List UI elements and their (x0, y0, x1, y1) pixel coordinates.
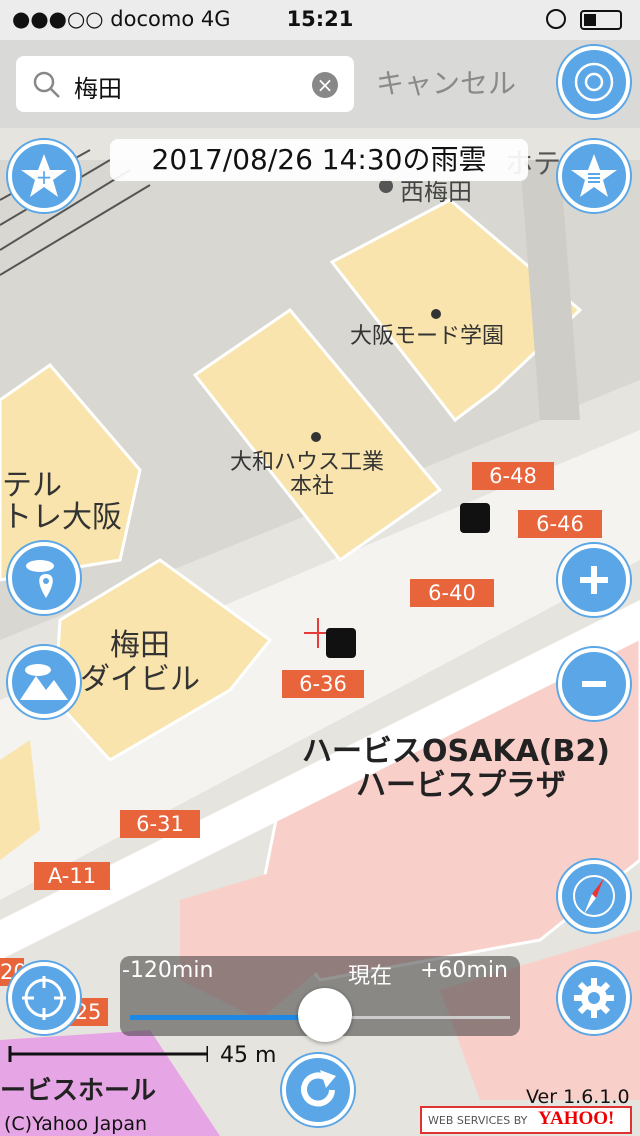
compass-button[interactable] (558, 860, 630, 932)
slider-label-start: -120min (122, 958, 214, 983)
search-bar: 梅田 × キャンセル (0, 40, 640, 128)
radar-button[interactable] (558, 46, 630, 118)
map-label-osaka-mode: 大阪モード学園 (350, 324, 505, 349)
zoom-out-button[interactable] (558, 648, 630, 720)
svg-text:+: + (36, 165, 53, 189)
map-label-umeda2: ダイビル (80, 662, 200, 697)
slider-label-end: +60min (420, 958, 508, 983)
refresh-button[interactable] (282, 1054, 354, 1126)
map-label-hotel-left2: トレ大阪 (2, 500, 122, 535)
exit-badge: 6-48 (472, 462, 554, 490)
exit-badge: 6-36 (282, 670, 364, 698)
search-input-value: 梅田 (74, 75, 122, 103)
slider-thumb[interactable] (298, 988, 352, 1042)
search-input[interactable]: 梅田 × (16, 56, 354, 112)
map-label-herbis-hall: ービスホール (0, 1076, 157, 1106)
exit-badge: 6-40 (410, 579, 494, 607)
yahoo-logo: YAHOO! (538, 1108, 615, 1129)
version-label: Ver 1.6.1.0 (526, 1086, 630, 1108)
battery-icon (580, 10, 622, 30)
favorite-add-icon: + (21, 154, 67, 197)
radar-swirl-icon (574, 62, 614, 102)
scale-bar (8, 1046, 208, 1062)
slider-label-now: 現在 (348, 964, 393, 989)
favorite-list-icon (571, 154, 617, 197)
rain-location-button[interactable] (8, 542, 80, 614)
refresh-icon (301, 1070, 336, 1107)
yahoo-credit[interactable]: WEB SERVICES BY YAHOO! (420, 1106, 632, 1134)
locate-button[interactable] (8, 962, 80, 1034)
locate-icon (22, 976, 66, 1020)
search-icon (33, 71, 60, 98)
settings-icon (574, 978, 614, 1018)
slider-fill (130, 1015, 320, 1020)
orientation-lock-icon (546, 9, 566, 29)
map-label-herbis-plaza: ハービスプラザ (356, 768, 566, 803)
exit-badge: 6-46 (518, 510, 602, 538)
status-bar: ●●●○○ docomo 4G 15:21 (0, 0, 640, 40)
exit-badge: A-11 (34, 862, 110, 890)
favorite-list-button[interactable] (558, 140, 630, 212)
time-slider[interactable]: -120min 現在 +60min (120, 956, 520, 1042)
copyright-label: (C)Yahoo Japan (4, 1113, 148, 1135)
exit-badge: 6-31 (120, 810, 200, 838)
mountain-weather-button[interactable] (8, 646, 80, 718)
zoom-in-button[interactable] (558, 544, 630, 616)
favorite-add-button[interactable]: + (8, 140, 80, 212)
compass-icon (573, 875, 615, 917)
zoom-in-icon (580, 566, 608, 594)
settings-button[interactable] (558, 962, 630, 1034)
web-services-label: WEB SERVICES BY (428, 1114, 528, 1127)
rain-location-icon (26, 560, 54, 598)
mountain-weather-icon (20, 664, 68, 700)
cancel-button[interactable]: キャンセル (376, 62, 516, 102)
zoom-out-icon (582, 681, 606, 687)
status-time: 15:21 (286, 7, 354, 31)
scale-label: 45 m (220, 1043, 277, 1068)
forecast-time-banner: 2017/08/26 14:30の雨雲 (110, 139, 528, 181)
clear-icon[interactable]: × (312, 72, 338, 98)
map-label-daiwa-sub: 本社 (290, 474, 335, 499)
